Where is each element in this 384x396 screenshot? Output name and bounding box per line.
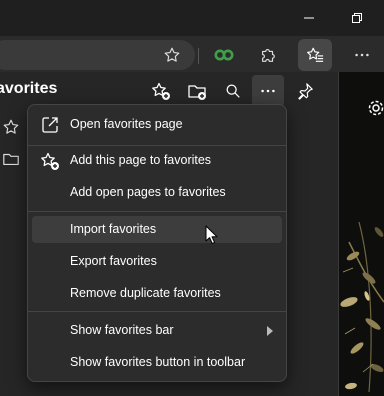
menu-item-add-open-pages[interactable]: Add open pages to favorites	[32, 179, 282, 206]
open-external-icon	[42, 117, 58, 133]
menu-item-show-favorites-bar[interactable]: Show favorites bar	[32, 317, 282, 344]
menu-item-label: Show favorites button in toolbar	[70, 355, 246, 369]
favorites-list-folder-row[interactable]	[2, 150, 20, 173]
page-background-image	[339, 72, 384, 396]
menu-item-label: Export favorites	[70, 254, 157, 268]
more-icon	[261, 89, 275, 93]
settings-and-more-button[interactable]	[345, 39, 379, 71]
folder-icon	[3, 153, 19, 165]
pin-panel-button[interactable]	[289, 75, 321, 107]
page-settings-button[interactable]	[366, 98, 384, 123]
restore-button[interactable]	[342, 4, 372, 32]
minimize-button[interactable]	[294, 4, 324, 32]
copilot-button[interactable]	[207, 39, 241, 71]
search-favorites-button[interactable]	[217, 75, 249, 107]
copilot-icon	[214, 49, 234, 61]
gear-icon	[368, 100, 384, 116]
pin-icon	[298, 83, 313, 100]
more-icon	[355, 53, 369, 57]
menu-item-label: Open favorites page	[70, 117, 183, 131]
search-icon	[226, 84, 240, 98]
add-folder-button[interactable]	[181, 75, 213, 107]
chevron-right-icon	[267, 326, 273, 336]
title-bar	[0, 0, 384, 36]
menu-item-remove-duplicates[interactable]: Remove duplicate favorites	[32, 280, 282, 307]
star-outline-icon	[3, 119, 19, 134]
favorites-icon	[307, 47, 324, 62]
menu-item-label: Add this page to favorites	[70, 153, 212, 167]
minimize-icon	[304, 17, 314, 19]
menu-item-label: Import favorites	[70, 222, 157, 236]
menu-item-open-favorites-page[interactable]: Open favorites page	[32, 111, 282, 138]
extensions-icon	[262, 49, 275, 62]
add-page-to-favorites-button[interactable]	[145, 75, 177, 107]
menu-item-label: Remove duplicate favorites	[70, 286, 221, 300]
menu-item-show-favorites-button[interactable]: Show favorites button in toolbar	[32, 349, 282, 376]
menu-item-add-this-page[interactable]: Add this page to favorites	[32, 147, 282, 174]
menu-item-import-favorites[interactable]: Import favorites	[32, 216, 282, 243]
mouse-cursor-icon	[205, 225, 218, 244]
add-folder-icon	[188, 85, 206, 100]
toolbar-separator	[198, 48, 199, 64]
more-options-button[interactable]	[252, 75, 284, 107]
menu-divider	[28, 211, 286, 212]
extensions-button[interactable]	[251, 39, 285, 71]
favorites-list-star-row[interactable]	[2, 118, 20, 141]
menu-item-label: Show favorites bar	[70, 323, 174, 337]
menu-item-label: Add open pages to favorites	[70, 185, 226, 199]
favorites-more-menu: Open favorites page Add this page to fav…	[27, 104, 287, 382]
favorite-this-page-button[interactable]	[155, 39, 189, 71]
menu-item-export-favorites[interactable]: Export favorites	[32, 248, 282, 275]
browser-toolbar	[0, 36, 384, 72]
menu-divider	[28, 311, 286, 312]
star-outline-icon	[164, 47, 180, 62]
menu-divider	[28, 145, 286, 146]
panel-title: avorites	[0, 80, 58, 97]
favorites-button[interactable]	[298, 39, 332, 71]
add-favorite-icon	[41, 152, 59, 170]
add-favorite-icon	[152, 82, 170, 100]
restore-icon	[352, 13, 362, 23]
